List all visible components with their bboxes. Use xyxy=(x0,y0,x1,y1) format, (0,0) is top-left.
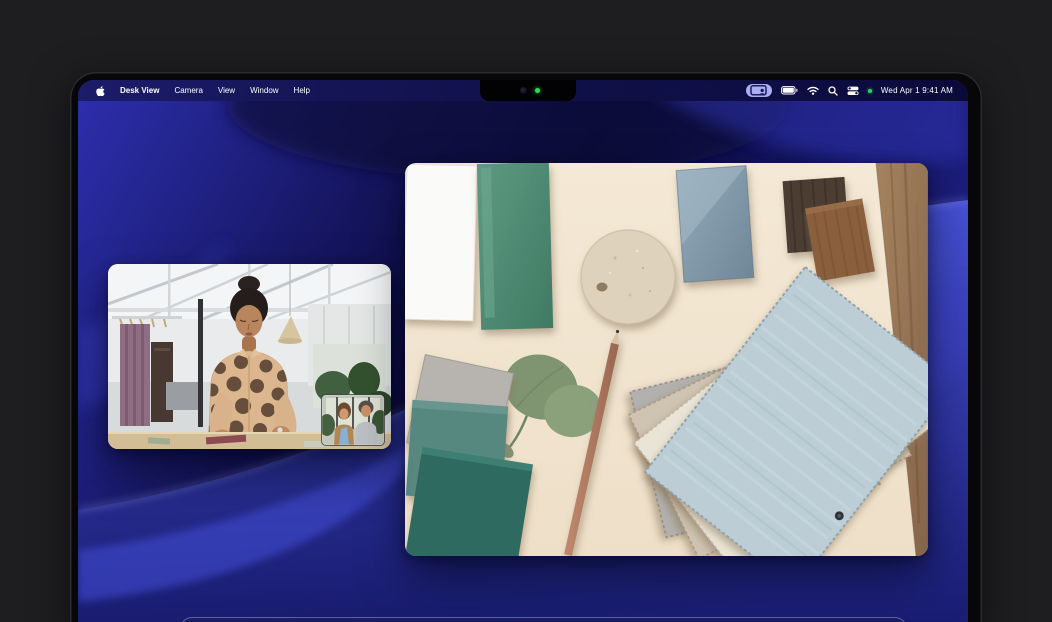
desk-view-icon xyxy=(750,85,768,96)
white-tile xyxy=(405,164,477,321)
presenter-video-feed xyxy=(108,264,391,449)
menu-view[interactable]: View xyxy=(218,86,235,95)
partial-bottom-window[interactable] xyxy=(180,617,907,622)
camera-notch xyxy=(480,80,576,101)
blue-grey-tile xyxy=(676,166,754,283)
camera-in-use-dot xyxy=(868,89,872,93)
green-tile xyxy=(477,163,553,330)
desk-view-window[interactable] xyxy=(405,163,928,556)
desktop-background: Desk View Camera View Window Help xyxy=(0,0,1052,622)
apple-menu[interactable] xyxy=(95,84,105,98)
battery-icon[interactable] xyxy=(781,86,798,95)
apple-logo-icon xyxy=(95,84,105,96)
menu-app-name[interactable]: Desk View xyxy=(120,86,159,95)
camera-lens-icon xyxy=(520,87,527,94)
menu-camera[interactable]: Camera xyxy=(174,86,202,95)
menu-bar-clock[interactable]: Wed Apr 1 9:41 AM xyxy=(881,86,953,95)
desk-view-status-pill[interactable] xyxy=(746,84,772,97)
menu-help[interactable]: Help xyxy=(294,86,310,95)
wifi-icon[interactable] xyxy=(807,86,819,95)
desk-view-feed xyxy=(405,163,928,556)
menu-window[interactable]: Window xyxy=(250,86,278,95)
participants-pip xyxy=(319,394,388,446)
laptop-frame: Desk View Camera View Window Help xyxy=(70,72,982,622)
video-call-window[interactable] xyxy=(108,264,391,449)
camera-indicator-light xyxy=(535,88,540,93)
control-center-icon[interactable] xyxy=(847,86,859,96)
spotlight-search-icon[interactable] xyxy=(828,86,838,96)
laptop-screen: Desk View Camera View Window Help xyxy=(78,80,968,622)
felt-disc xyxy=(581,230,675,324)
